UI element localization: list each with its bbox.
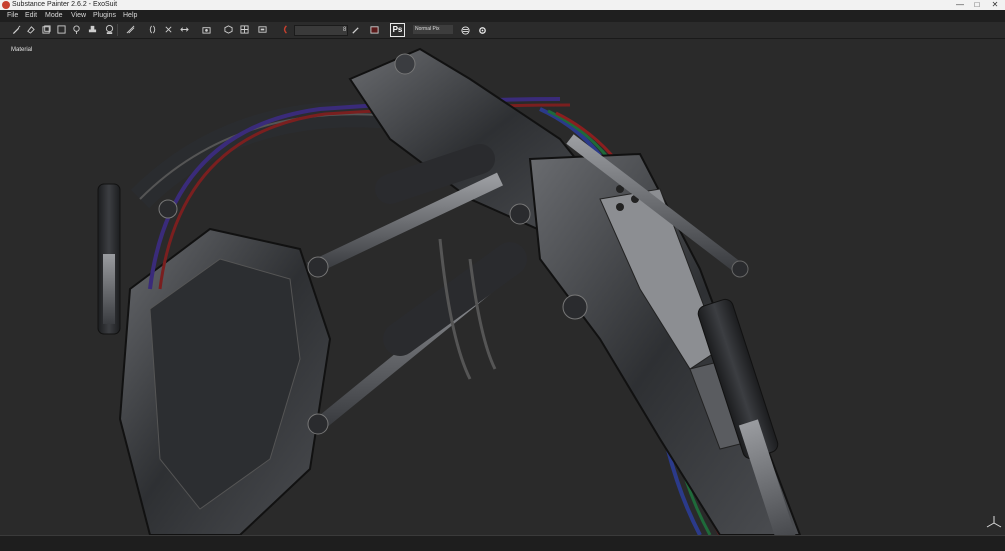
menu-mode[interactable]: Mode <box>43 10 65 22</box>
brush-size-value: 8 <box>343 27 347 33</box>
camera-icon[interactable] <box>202 25 211 34</box>
close-button[interactable]: ✕ <box>986 0 1004 10</box>
exosuit-model-render <box>97 47 802 535</box>
minimize-button[interactable]: — <box>951 0 969 10</box>
toolbar <box>0 22 1005 39</box>
title-bar: Substance Painter 2.6.2 - ExoSuit — □ ✕ <box>0 0 1005 10</box>
toolbar-separator <box>117 24 118 36</box>
settings-gear-icon[interactable] <box>478 26 487 35</box>
uv-view-icon[interactable] <box>240 25 249 34</box>
scale-icon[interactable] <box>180 25 189 34</box>
smudge-icon[interactable] <box>72 25 81 34</box>
clone-stamp-icon[interactable] <box>88 25 97 34</box>
maximize-button[interactable]: □ <box>968 0 986 10</box>
menu-plugins[interactable]: Plugins <box>91 10 118 22</box>
material-picker-icon[interactable] <box>105 25 114 34</box>
view-cube-icon[interactable] <box>224 25 233 34</box>
symmetry-icon[interactable] <box>126 25 135 34</box>
channel-label: Material <box>11 47 33 53</box>
render-icon[interactable] <box>258 25 267 34</box>
mirror-bracket-icon[interactable] <box>148 25 157 34</box>
x-axis-icon[interactable] <box>164 25 173 34</box>
paint-brush-icon[interactable] <box>12 25 21 34</box>
axis-gizmo-icon <box>986 515 1002 531</box>
window-title: Substance Painter 2.6.2 - ExoSuit <box>12 1 118 8</box>
color-swatch-icon[interactable] <box>370 25 379 34</box>
menu-file[interactable]: File <box>5 10 20 22</box>
polygon-fill-icon[interactable] <box>57 25 66 34</box>
app-logo-icon <box>2 1 10 9</box>
blend-mode-select[interactable]: Normal Pix <box>413 25 453 34</box>
menu-view[interactable]: View <box>69 10 88 22</box>
3d-viewport[interactable] <box>0 39 1005 535</box>
photoshop-export-button[interactable]: Ps <box>390 23 405 37</box>
color-wheel-icon[interactable] <box>281 25 290 34</box>
status-bar <box>0 535 1005 551</box>
layer-settings-icon[interactable] <box>461 26 470 35</box>
menu-help[interactable]: Help <box>121 10 139 22</box>
pen-pressure-icon[interactable] <box>351 26 360 35</box>
eraser-icon[interactable] <box>26 25 35 34</box>
menu-bar: File Edit Mode View Plugins Help <box>0 10 1005 22</box>
projection-icon[interactable] <box>42 25 51 34</box>
menu-edit[interactable]: Edit <box>23 10 39 22</box>
brush-size-slider[interactable] <box>294 25 348 36</box>
